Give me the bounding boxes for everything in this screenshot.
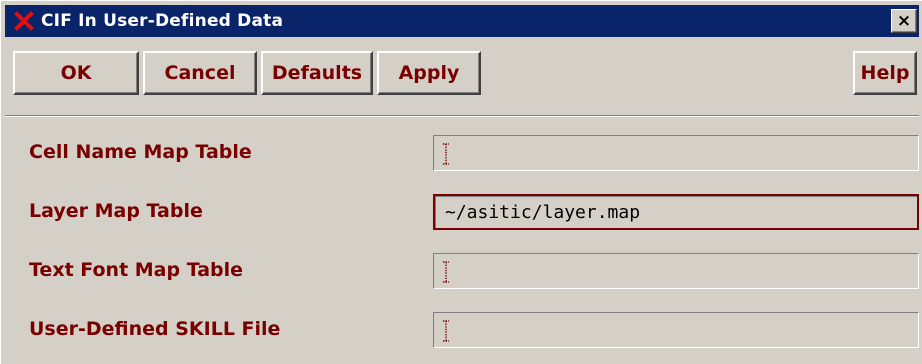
dialog-window: CIF In User-Defined Data × OK Cancel Def…	[0, 0, 922, 364]
toolbar-divider	[5, 115, 919, 117]
text-font-map-input[interactable]	[433, 253, 919, 289]
defaults-button[interactable]: Defaults	[261, 51, 373, 95]
skill-file-label: User-Defined SKILL File	[29, 318, 281, 340]
form-row-layer-map: Layer Map Table	[5, 188, 919, 238]
close-icon: ×	[896, 10, 912, 31]
help-button[interactable]: Help	[853, 51, 917, 95]
title-bar[interactable]: CIF In User-Defined Data ×	[5, 5, 919, 37]
apply-button[interactable]: Apply	[377, 51, 481, 95]
form-row-cell-name-map: Cell Name Map Table	[5, 129, 919, 179]
window-title: CIF In User-Defined Data	[41, 11, 284, 31]
button-toolbar: OK Cancel Defaults Apply Help	[5, 37, 919, 113]
ok-button[interactable]: OK	[13, 51, 139, 95]
x-logo-icon	[13, 10, 35, 32]
layer-map-label: Layer Map Table	[29, 200, 203, 222]
form-row-text-font-map: Text Font Map Table	[5, 247, 919, 297]
text-font-map-label: Text Font Map Table	[29, 259, 244, 281]
cell-name-map-input[interactable]	[433, 135, 919, 171]
cancel-button[interactable]: Cancel	[143, 51, 257, 95]
form-row-skill-file: User-Defined SKILL File	[5, 306, 919, 356]
skill-file-input[interactable]	[433, 312, 919, 348]
cell-name-map-label: Cell Name Map Table	[29, 141, 252, 163]
close-button[interactable]: ×	[891, 9, 917, 33]
layer-map-input[interactable]	[433, 194, 919, 230]
